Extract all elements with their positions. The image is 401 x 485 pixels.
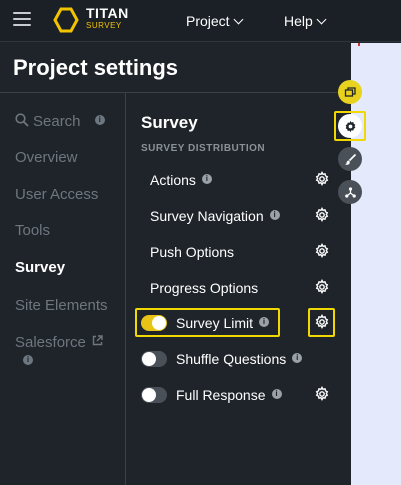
toggle-knob bbox=[142, 388, 156, 402]
toggle-knob bbox=[152, 316, 166, 330]
setting-label: Progress Options bbox=[150, 280, 259, 296]
help-menu-label: Help bbox=[284, 13, 313, 29]
sidebar-item-label: Salesforce bbox=[15, 334, 86, 351]
sidebar-item-tools[interactable]: Tools bbox=[15, 222, 50, 239]
setting-row-survey-limit: Survey Limit i bbox=[141, 311, 341, 335]
toggle-knob bbox=[142, 352, 156, 366]
titan-logo-icon bbox=[53, 7, 79, 33]
gear-icon[interactable] bbox=[314, 171, 330, 187]
copy-icon[interactable] bbox=[338, 80, 362, 104]
network-icon[interactable] bbox=[338, 180, 362, 204]
setting-label: Survey Limit bbox=[176, 315, 254, 331]
info-icon[interactable]: i bbox=[292, 353, 303, 364]
gear-icon[interactable] bbox=[314, 207, 330, 223]
sidebar-item-label: Site Elements bbox=[15, 297, 108, 314]
preview-canvas bbox=[351, 43, 401, 485]
gear-icon[interactable] bbox=[338, 114, 362, 138]
external-link-icon bbox=[92, 334, 103, 345]
sidebar-item-label: Overview bbox=[15, 149, 78, 166]
section-title: Survey bbox=[141, 113, 198, 132]
shuffle-questions-toggle[interactable] bbox=[141, 351, 167, 367]
chevron-down-icon bbox=[316, 14, 327, 25]
gear-icon[interactable] bbox=[314, 279, 330, 295]
help-menu[interactable]: Help bbox=[284, 13, 327, 29]
info-icon[interactable]: i bbox=[23, 355, 33, 366]
sidebar-item-label: Search bbox=[33, 113, 81, 130]
sidebar-item-label: Tools bbox=[15, 222, 51, 239]
search-icon bbox=[15, 113, 29, 127]
info-icon[interactable]: i bbox=[269, 210, 280, 221]
setting-label: Shuffle Questions bbox=[176, 351, 287, 367]
page-title: Project settings bbox=[13, 55, 179, 80]
setting-row-actions: Actions i bbox=[141, 168, 341, 192]
column-divider bbox=[125, 93, 126, 485]
setting-label: Push Options bbox=[150, 244, 235, 260]
sidebar-item-survey[interactable]: Survey bbox=[15, 259, 65, 276]
hamburger-menu-icon[interactable] bbox=[13, 12, 31, 26]
chevron-down-icon bbox=[233, 14, 244, 25]
gear-icon[interactable] bbox=[314, 386, 330, 402]
gear-icon[interactable] bbox=[314, 314, 330, 330]
brush-icon[interactable] bbox=[338, 147, 362, 171]
sidebar-item-overview[interactable]: Overview bbox=[15, 149, 78, 166]
setting-row-progress-options: Progress Options bbox=[141, 276, 341, 300]
info-icon[interactable]: i bbox=[94, 115, 105, 126]
setting-row-full-response: Full Response i bbox=[141, 383, 341, 407]
setting-label: Actions bbox=[150, 172, 196, 188]
setting-row-push-options: Push Options bbox=[141, 240, 341, 264]
sidebar-item-site-elements[interactable]: Site Elements bbox=[15, 297, 108, 314]
info-icon[interactable]: i bbox=[201, 174, 212, 185]
sidebar-item-salesforce[interactable]: Salesforce i bbox=[15, 334, 103, 370]
sidebar-item-user-access[interactable]: User Access bbox=[15, 186, 98, 203]
project-menu-label: Project bbox=[186, 13, 230, 29]
sidebar-item-label: User Access bbox=[15, 186, 99, 203]
info-icon[interactable]: i bbox=[259, 317, 270, 328]
sidebar-item-label: Survey bbox=[15, 259, 66, 276]
canvas-marker bbox=[358, 43, 360, 46]
divider bbox=[0, 92, 351, 93]
full-response-toggle[interactable] bbox=[141, 387, 167, 403]
gear-icon[interactable] bbox=[314, 243, 330, 259]
setting-label: Full Response bbox=[176, 387, 266, 403]
project-menu[interactable]: Project bbox=[186, 13, 244, 29]
survey-limit-toggle[interactable] bbox=[141, 315, 167, 331]
brand-name: TITAN bbox=[86, 5, 129, 21]
setting-row-shuffle-questions: Shuffle Questions i bbox=[141, 347, 341, 371]
setting-label: Survey Navigation bbox=[150, 208, 264, 224]
section-subtitle: SURVEY DISTRIBUTION bbox=[141, 143, 266, 154]
top-bar: TITAN SURVEY Project Help bbox=[0, 0, 401, 42]
sidebar-item-search[interactable]: Search i bbox=[15, 113, 105, 130]
brand-subtitle: SURVEY bbox=[86, 21, 122, 30]
info-icon[interactable]: i bbox=[271, 389, 282, 400]
setting-row-survey-navigation: Survey Navigation i bbox=[141, 204, 341, 228]
brand: TITAN SURVEY bbox=[86, 6, 129, 30]
